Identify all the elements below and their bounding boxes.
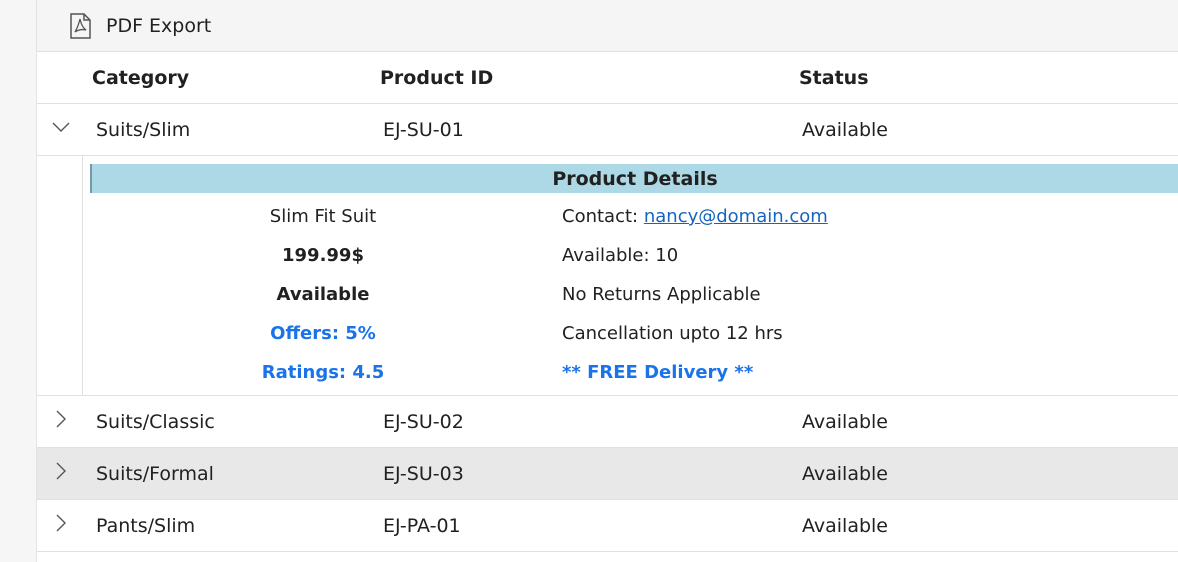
product-id-cell: EJ-SU-01 [383,119,464,141]
column-header-product-id[interactable]: Product ID [380,67,493,89]
detail-template: Product Details Slim Fit Suit 199.99$ Av… [90,164,1178,383]
product-availability: Available [276,284,370,305]
grid-header: Category Product ID Status [37,52,1178,104]
status-cell: Available [802,515,889,537]
product-id-cell: EJ-SU-03 [383,463,464,485]
product-id-cell: EJ-PA-01 [383,515,461,537]
pdf-export-button[interactable]: PDF Export [69,12,212,39]
category-cell: Suits/Formal [96,463,214,485]
product-name: Slim Fit Suit [269,206,377,227]
chevron-down-icon[interactable] [51,117,71,137]
pdf-icon [70,12,91,39]
delivery-info: ** FREE Delivery ** [562,362,754,383]
column-header-status[interactable]: Status [799,67,869,89]
table-row[interactable]: Suits/Formal EJ-SU-03 Available [37,448,1178,500]
contact-info: Contact: nancy@domain.com [562,206,828,227]
product-grid: PDF Export Category Product ID Status Su… [37,0,1178,562]
status-cell: Available [802,411,889,433]
toolbar: PDF Export [37,0,1178,52]
category-cell: Suits/Slim [96,119,191,141]
returns-info: No Returns Applicable [562,284,761,305]
column-header-category[interactable]: Category [92,67,189,89]
chevron-right-icon[interactable] [51,513,71,533]
product-offers: Offers: 5% [270,323,376,344]
category-cell: Suits/Classic [96,411,215,433]
detail-row: Product Details Slim Fit Suit 199.99$ Av… [37,156,1178,396]
chevron-right-icon[interactable] [51,461,71,481]
available-count: Available: 10 [562,245,679,266]
left-gutter [0,0,37,562]
status-cell: Available [802,119,889,141]
table-row[interactable]: Suits/Slim EJ-SU-01 Available [37,104,1178,156]
cancellation-info: Cancellation upto 12 hrs [562,323,783,344]
pdf-export-label: PDF Export [106,14,212,37]
contact-label: Contact: [562,206,639,227]
detail-indent [37,156,83,395]
table-row[interactable]: Pants/Slim EJ-PA-01 Available [37,500,1178,552]
product-ratings: Ratings: 4.5 [261,362,385,383]
product-id-cell: EJ-SU-02 [383,411,464,433]
table-row[interactable]: Suits/Classic EJ-SU-02 Available [37,396,1178,448]
detail-title: Product Details [90,164,1178,193]
status-cell: Available [802,463,889,485]
category-cell: Pants/Slim [96,515,196,537]
contact-email-link[interactable]: nancy@domain.com [644,206,828,227]
product-price: 199.99$ [282,245,364,266]
chevron-right-icon[interactable] [51,409,71,429]
